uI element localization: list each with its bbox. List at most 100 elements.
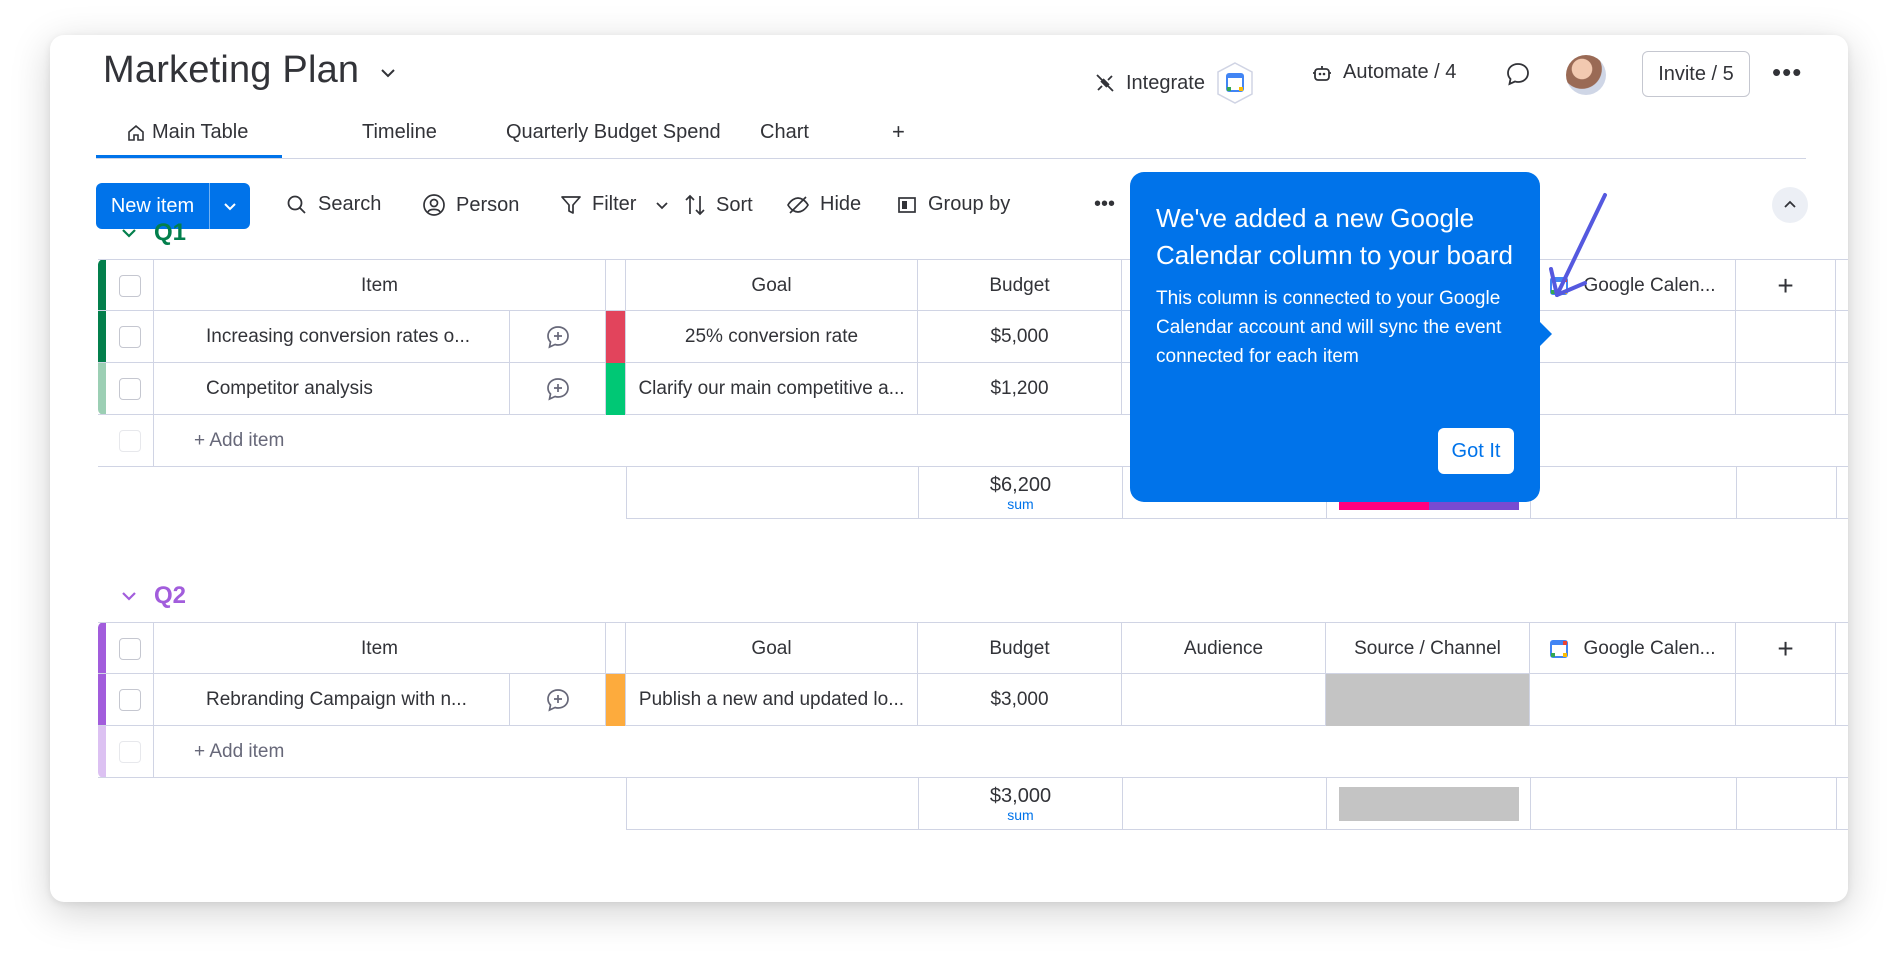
goal-text: 25% conversion rate: [684, 326, 859, 347]
collapse-toolbar-button[interactable]: [1772, 187, 1808, 223]
avatar[interactable]: [1566, 55, 1606, 95]
budget-sum-cell: $3,000 sum: [919, 778, 1123, 830]
row-checkbox[interactable]: [118, 326, 141, 348]
gcal-cell[interactable]: [1530, 363, 1736, 415]
sort-button[interactable]: Sort: [684, 193, 753, 217]
budget-cell[interactable]: $5,000: [918, 311, 1122, 363]
new-item-dropdown[interactable]: [210, 183, 250, 229]
tab-chart[interactable]: Chart: [760, 121, 809, 144]
search-icon: [287, 195, 306, 214]
column-header-item[interactable]: Item: [154, 260, 606, 312]
select-all-checkbox[interactable]: [118, 638, 141, 660]
summary-empty: [627, 778, 919, 830]
goal-text: Clarify our main competitive a...: [638, 378, 905, 399]
tab-label: Timeline: [362, 121, 437, 143]
add-update-button[interactable]: [510, 311, 606, 363]
budget-value: $1,200: [990, 378, 1049, 399]
column-header-budget[interactable]: Budget: [918, 260, 1122, 312]
row-select-cell[interactable]: [106, 311, 154, 363]
group-by-button[interactable]: Group by: [896, 193, 1010, 216]
add-item-input[interactable]: + Add item: [154, 726, 1848, 778]
goal-cell[interactable]: Clarify our main competitive a...: [626, 363, 918, 415]
tab-timeline[interactable]: Timeline: [362, 121, 437, 144]
priority-indicator[interactable]: [606, 674, 626, 726]
add-item-row[interactable]: + Add item: [98, 726, 1848, 778]
gcal-summary: [1531, 467, 1737, 519]
table-row[interactable]: Increasing conversion rates o... 25% con…: [98, 311, 1848, 363]
select-all-checkbox[interactable]: [118, 275, 141, 297]
column-budget-label: Budget: [989, 638, 1050, 659]
source-cell[interactable]: [1326, 674, 1530, 726]
column-audience-label: Audience: [1183, 638, 1264, 659]
got-it-button[interactable]: Got It: [1438, 428, 1514, 474]
automate-button[interactable]: Automate / 4: [1311, 61, 1456, 84]
unplug-icon: [1096, 74, 1114, 92]
robot-icon: [1313, 65, 1331, 81]
column-header-goal[interactable]: Goal: [626, 623, 918, 675]
item-name-cell[interactable]: Competitor analysis: [154, 363, 510, 415]
tab-quarterly-budget-spend[interactable]: Quarterly Budget Spend: [506, 121, 721, 144]
column-header-source[interactable]: Source / Channel: [1326, 623, 1530, 675]
add-update-icon: [546, 689, 569, 712]
budget-cell[interactable]: $3,000: [918, 674, 1122, 726]
audience-cell[interactable]: [1122, 674, 1326, 726]
column-header-goal[interactable]: Goal: [626, 260, 918, 312]
add-column-button[interactable]: +: [1736, 260, 1836, 312]
gcal-cell[interactable]: [1530, 311, 1736, 363]
person-filter-button[interactable]: Person: [422, 193, 519, 217]
budget-cell[interactable]: $1,200: [918, 363, 1122, 415]
more-dots-icon[interactable]: •••: [1772, 57, 1802, 88]
hide-button[interactable]: Hide: [786, 193, 861, 216]
source-summary[interactable]: [1327, 778, 1531, 830]
item-name-cell[interactable]: Rebranding Campaign with n...: [154, 674, 510, 726]
gcal-cell[interactable]: [1530, 674, 1736, 726]
chevron-down-icon[interactable]: [378, 63, 398, 83]
add-column-button[interactable]: +: [1736, 623, 1836, 675]
goal-cell[interactable]: Publish a new and updated lo...: [626, 674, 918, 726]
table-header-row: Item Goal Budget Audience Source / Chann…: [98, 622, 1848, 675]
add-update-button[interactable]: [510, 674, 606, 726]
filter-icon: [561, 195, 581, 214]
row-select-cell[interactable]: [106, 674, 154, 726]
priority-indicator[interactable]: [606, 311, 626, 363]
group-title: Q2: [154, 582, 187, 609]
google-calendar-icon: [1217, 62, 1253, 104]
add-update-icon: [546, 378, 569, 401]
group-header-q1[interactable]: Q1: [120, 219, 186, 247]
select-all-cell[interactable]: [106, 260, 154, 312]
table-row[interactable]: Competitor analysis Clarify our main com…: [98, 363, 1848, 415]
chevron-down-icon[interactable]: [654, 197, 670, 213]
search-button[interactable]: Search: [286, 193, 381, 216]
add-update-button[interactable]: [510, 363, 606, 415]
empty-summary: [1737, 467, 1837, 519]
column-item-label: Item: [361, 638, 398, 659]
item-name-cell[interactable]: Increasing conversion rates o...: [154, 311, 510, 363]
sum-label: sum: [1007, 496, 1034, 512]
integrate-button[interactable]: Integrate: [1094, 61, 1255, 105]
add-view-button[interactable]: +: [892, 119, 905, 145]
priority-indicator[interactable]: [606, 363, 626, 415]
board-title[interactable]: Marketing Plan: [103, 49, 359, 92]
table-row[interactable]: Rebranding Campaign with n... Publish a …: [98, 674, 1848, 726]
budget-value: $5,000: [990, 326, 1049, 347]
column-header-budget[interactable]: Budget: [918, 623, 1122, 675]
group-header-q2[interactable]: Q2: [120, 582, 186, 610]
column-header-google-calendar[interactable]: Google Calen...: [1530, 623, 1736, 675]
tab-main-table[interactable]: Main Table: [95, 121, 283, 158]
chat-bubble-icon[interactable]: [1505, 61, 1531, 87]
toolbar-more-icon[interactable]: •••: [1094, 193, 1115, 216]
select-all-cell[interactable]: [106, 623, 154, 675]
add-item-input[interactable]: + Add item: [154, 415, 1848, 467]
row-select-cell[interactable]: [106, 363, 154, 415]
column-header-item[interactable]: Item: [154, 623, 606, 675]
add-item-row[interactable]: + Add item: [98, 415, 1848, 467]
goal-cell[interactable]: 25% conversion rate: [626, 311, 918, 363]
row-checkbox[interactable]: [118, 378, 141, 400]
budget-sum-value: $6,200: [989, 474, 1052, 496]
invite-button[interactable]: Invite / 5: [1642, 51, 1750, 97]
filter-button[interactable]: Filter: [560, 193, 670, 216]
column-header-audience[interactable]: Audience: [1122, 623, 1326, 675]
search-label: Search: [318, 193, 382, 215]
row-checkbox[interactable]: [118, 689, 141, 711]
chevron-down-icon: [122, 592, 136, 601]
